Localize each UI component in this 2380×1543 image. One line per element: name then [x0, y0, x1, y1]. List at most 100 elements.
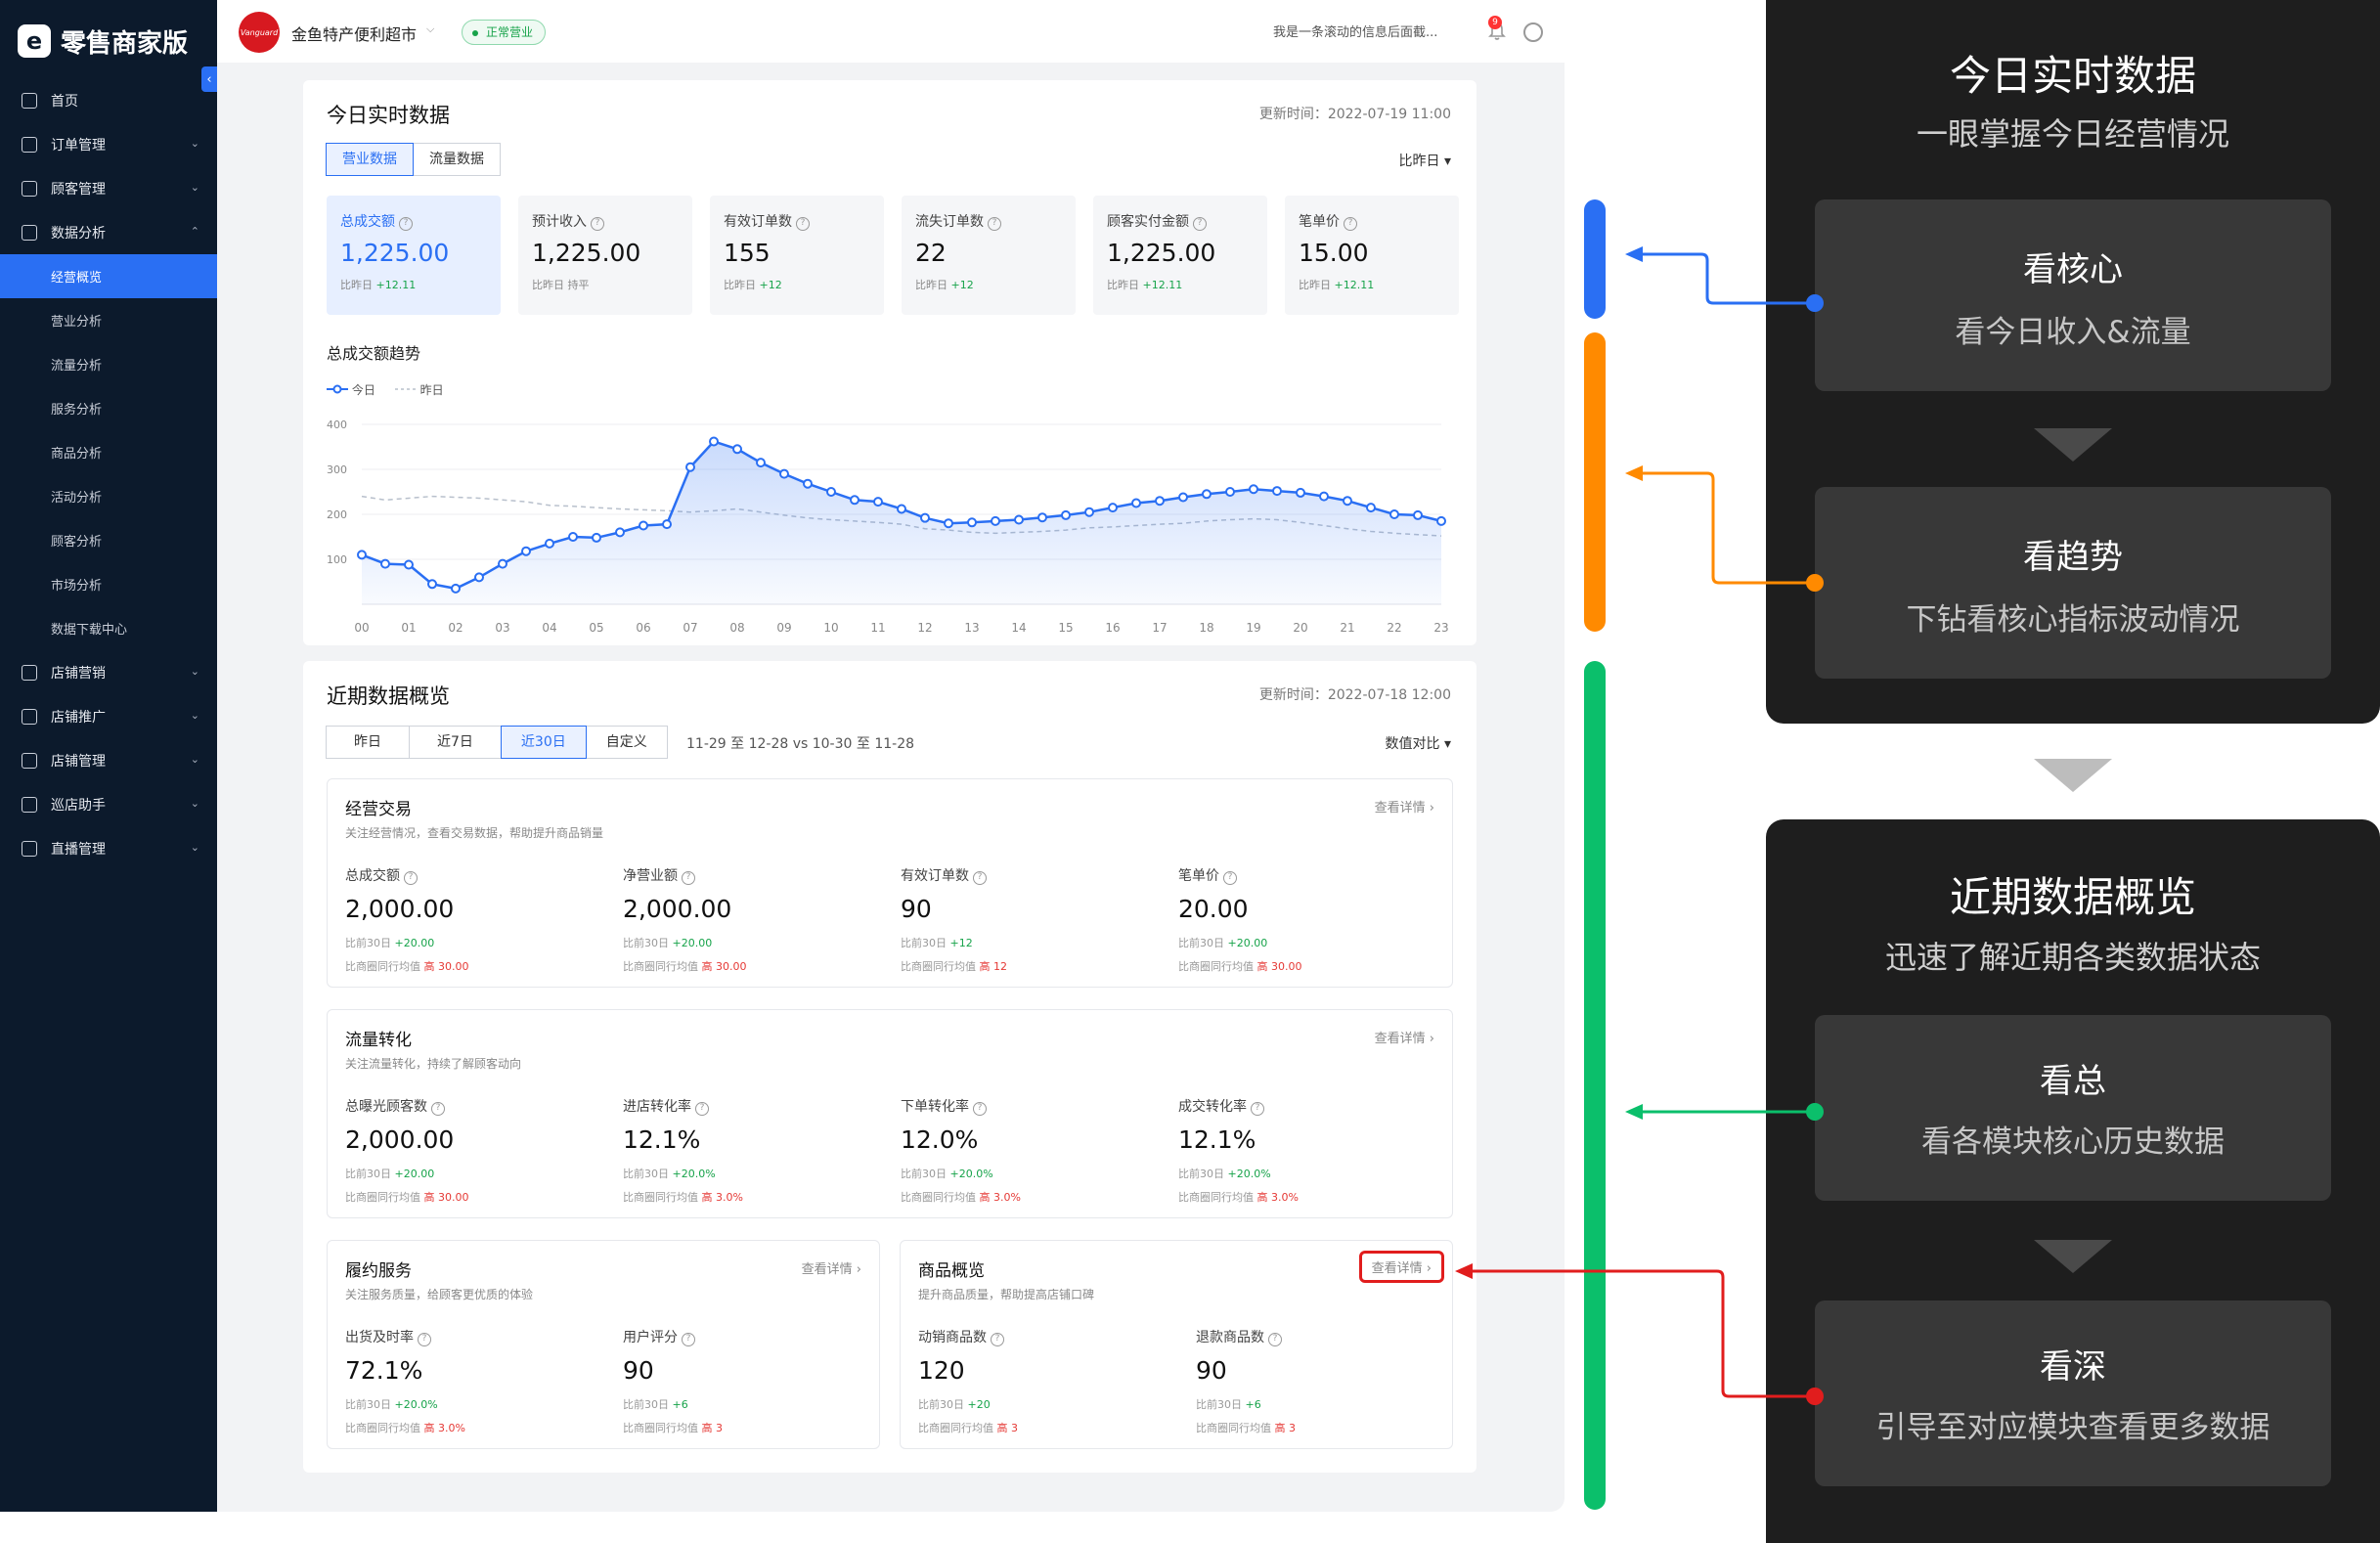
metric-card[interactable]: 顾客实付金额? 1,225.00 比昨日 +12.11 [1093, 196, 1267, 315]
help-icon[interactable]: ? [991, 1333, 1004, 1346]
panel-metric-label: 总曝光顾客数? [345, 1096, 623, 1116]
tab-traffic-data[interactable]: 流量数据 [413, 143, 501, 176]
sidebar-item[interactable]: 店铺推广 ⌄ [0, 694, 217, 738]
metric-label: 顾客实付金额? [1107, 211, 1254, 231]
down-arrow-icon [2034, 759, 2112, 792]
realtime-card: 今日实时数据 更新时间：2022-07-19 11:00 营业数据 流量数据 比… [303, 80, 1476, 645]
sidebar-subitem[interactable]: 顾客分析 [0, 518, 217, 562]
metric-card[interactable]: 总成交额? 1,225.00 比昨日 +12.11 [327, 196, 501, 315]
legend-today-label: 今日 [351, 383, 375, 397]
view-details-label: 查看详情 [1374, 801, 1426, 816]
peer-value: 高 30.00 [423, 960, 469, 973]
help-icon[interactable]: ? [404, 871, 418, 885]
range-tab-30d[interactable]: 近30日 [500, 726, 587, 759]
metric-card[interactable]: 笔单价? 15.00 比昨日 +12.11 [1285, 196, 1459, 315]
sidebar-subitem[interactable]: 服务分析 [0, 386, 217, 430]
help-icon[interactable]: ? [1223, 871, 1237, 885]
help-icon[interactable]: ? [973, 1102, 987, 1116]
panel-service: 履约服务 关注服务质量，给顾客更优质的体验 查看详情 › 出货及时率? 72.1% 比前3… [327, 1240, 880, 1449]
sidebar-item[interactable]: 店铺管理 ⌄ [0, 738, 217, 782]
data-point-today [873, 497, 883, 507]
view-details-link[interactable]: 查看详情 › [1358, 1251, 1444, 1283]
tab-business-data[interactable]: 营业数据 [326, 143, 414, 176]
data-point-today [897, 504, 906, 514]
view-details-link[interactable]: 查看详情 › [802, 1258, 861, 1277]
help-icon[interactable]: ? [682, 1333, 695, 1346]
panel-metric-prev: 比前30日 +12 [901, 935, 1178, 950]
help-icon[interactable]: ? [988, 217, 1001, 231]
x-tick-label: 14 [1011, 621, 1026, 635]
help-icon[interactable]: ? [682, 871, 695, 885]
metric-card[interactable]: 预计收入? 1,225.00 比昨日 持平 [518, 196, 692, 315]
help-icon[interactable]: ? [1251, 1102, 1264, 1116]
prev-value: +20.0% [949, 1168, 993, 1180]
data-point-today [967, 517, 977, 528]
sidebar-item[interactable]: 首页 [0, 78, 217, 122]
sidebar-subitem[interactable]: 市场分析 [0, 562, 217, 606]
sidebar-subitem[interactable]: 经营概览 [0, 254, 217, 298]
sidebar-item-label: 店铺营销 [51, 665, 106, 682]
sidebar-item[interactable]: 订单管理 ⌄ [0, 122, 217, 166]
help-icon[interactable]: ? [431, 1102, 445, 1116]
promotion-icon [22, 708, 37, 725]
sidebar-subitem[interactable]: 数据下载中心 [0, 606, 217, 650]
value-compare-select[interactable]: 数值对比 ▾ [1386, 733, 1451, 753]
sidebar-subitem[interactable]: 流量分析 [0, 342, 217, 386]
sidebar-subitem[interactable]: 活动分析 [0, 474, 217, 518]
help-icon[interactable]: ? [973, 871, 987, 885]
compare-select[interactable]: 比昨日 ▾ [1399, 151, 1451, 170]
x-tick-label: 01 [401, 621, 416, 635]
range-tab-7d[interactable]: 近7日 [409, 726, 502, 759]
legend-today[interactable]: 今日 [327, 381, 375, 398]
range-tab-custom[interactable]: 自定义 [585, 726, 668, 759]
help-icon[interactable]: ? [418, 1333, 431, 1346]
metric-card[interactable]: 流失订单数? 22 比昨日 +12 [902, 196, 1076, 315]
peer-prefix: 比商圈同行均值 [1196, 1422, 1271, 1434]
help-icon[interactable]: ? [1268, 1333, 1282, 1346]
metric-value: 1,225.00 [1107, 239, 1216, 267]
green-section-bar [1584, 661, 1606, 1510]
metric-card[interactable]: 有效订单数? 155 比昨日 +12 [710, 196, 884, 315]
x-tick-label: 02 [448, 621, 463, 635]
help-icon[interactable]: ? [399, 217, 413, 231]
explain-core-box: 看核心 看今日收入&流量 [1815, 199, 2331, 391]
view-details-link[interactable]: 查看详情 › [1375, 797, 1434, 816]
chevron-down-icon[interactable]: ⌵ [426, 22, 434, 36]
gear-icon[interactable] [1523, 22, 1543, 42]
prev-prefix: 比前30日 [901, 1168, 947, 1180]
marquee-notice[interactable]: 我是一条滚动的信息后面截... [1273, 22, 1437, 40]
store-name[interactable]: 金鱼特产便利超市 [291, 22, 417, 45]
x-tick-label: 12 [917, 621, 932, 635]
panel-title: 流量转化 [345, 1031, 412, 1050]
data-point-today [850, 495, 859, 506]
x-tick-label: 18 [1199, 621, 1213, 635]
help-icon[interactable]: ? [695, 1102, 709, 1116]
sidebar-subitem[interactable]: 商品分析 [0, 430, 217, 474]
sidebar-item[interactable]: 数据分析 ⌃ [0, 210, 217, 254]
prev-value: +20.00 [394, 937, 435, 949]
data-point-today [521, 546, 531, 556]
legend-yesterday[interactable]: 昨日 [394, 381, 444, 398]
panel-metric-label-text: 下单转化率 [901, 1099, 969, 1115]
sidebar-subitem[interactable]: 营业分析 [0, 298, 217, 342]
prev-value: +20 [967, 1398, 991, 1411]
help-icon[interactable]: ? [1344, 217, 1357, 231]
brand-logo[interactable]: e 零售商家版 [18, 22, 188, 61]
help-icon[interactable]: ? [1193, 217, 1207, 231]
sidebar-item[interactable]: 顾客管理 ⌄ [0, 166, 217, 210]
view-details-link[interactable]: 查看详情 › [1375, 1028, 1434, 1046]
sidebar-item[interactable]: 店铺营销 ⌄ [0, 650, 217, 694]
explain-trend-title: 看趋势 [2023, 538, 2123, 577]
x-tick-label: 15 [1058, 621, 1073, 635]
metric-label: 预计收入? [532, 211, 679, 231]
explain-recent-title: 近期数据概览 [1949, 873, 2196, 921]
chevron-down-icon: ⌄ [190, 841, 199, 854]
sidebar-item[interactable]: 巡店助手 ⌄ [0, 782, 217, 826]
help-icon[interactable]: ? [796, 217, 810, 231]
sidebar-item[interactable]: 直播管理 ⌄ [0, 826, 217, 870]
panel-metric-label-text: 笔单价 [1178, 868, 1219, 884]
help-icon[interactable]: ? [591, 217, 604, 231]
range-tab-yesterday[interactable]: 昨日 [326, 726, 410, 759]
value-compare-label: 数值对比 [1385, 736, 1440, 752]
orange-arrowhead [1625, 465, 1643, 481]
